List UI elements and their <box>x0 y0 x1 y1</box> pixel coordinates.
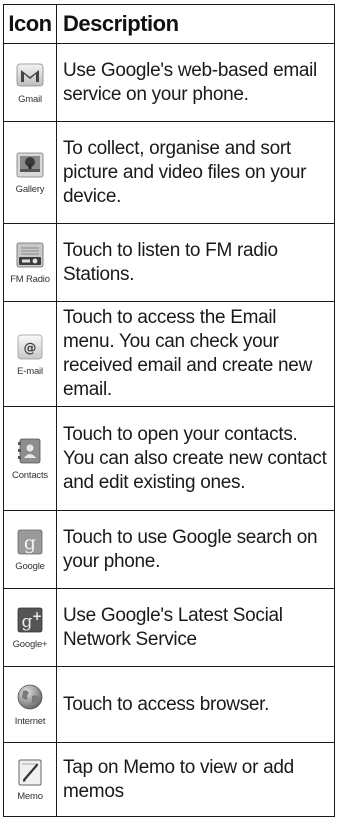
icon-label: E-mail <box>17 365 43 377</box>
memo-icon <box>18 759 42 786</box>
table-header-row: Icon Description <box>3 4 335 44</box>
google-plus-icon: g + <box>17 607 43 633</box>
icon-label: Gallery <box>15 184 45 195</box>
internet-icon <box>17 684 43 710</box>
row-description: Use Google's Latest Social Network Servi… <box>56 588 335 667</box>
row-description: To collect, organise and sort picture an… <box>56 121 335 224</box>
svg-text:@: @ <box>24 341 37 356</box>
google-icon: g <box>17 529 43 555</box>
table-row: Memo Tap on Memo to view or add memos <box>3 742 335 817</box>
email-icon: @ <box>17 334 43 359</box>
icon-label: Gmail <box>18 94 42 105</box>
row-description: Touch to use Google search on your phone… <box>56 510 335 589</box>
row-description: Use Google's web-based email service on … <box>56 43 335 122</box>
icon-label: FM Radio <box>10 274 50 285</box>
icon-label: Internet <box>14 716 46 727</box>
page: Icon Description Gmail Use Google's web-… <box>0 0 338 817</box>
svg-text:g: g <box>24 532 36 554</box>
fm-radio-icon <box>16 242 44 268</box>
svg-text:g: g <box>22 612 33 632</box>
icon-label: Google+ <box>12 639 48 650</box>
table-row: Contacts Touch to open your contacts. Yo… <box>3 406 335 511</box>
table-row: g Google Touch to use Google search on y… <box>3 510 335 589</box>
row-description: Touch to access browser. <box>56 666 335 743</box>
column-header-description: Description <box>56 4 335 44</box>
contacts-icon <box>18 438 41 464</box>
row-description: Touch to listen to FM radio Stations. <box>56 223 335 302</box>
row-description: Touch to open your contacts. You can als… <box>56 406 335 511</box>
icon-label: Memo <box>17 791 43 802</box>
table-row: FM Radio Touch to listen to FM radio Sta… <box>3 223 335 302</box>
table-row: g + Google+ Use Google's Latest Social N… <box>3 588 335 667</box>
table-row: Gmail Use Google's web-based email servi… <box>3 43 335 122</box>
table-row: @ E-mail Touch to access the Email menu.… <box>3 301 335 407</box>
row-description: Touch to access the Email menu. You can … <box>56 301 335 407</box>
gallery-icon <box>16 152 44 178</box>
table-row: Internet Touch to access browser. <box>3 666 335 743</box>
icon-label: Google <box>15 561 45 572</box>
icon-label: Contacts <box>12 470 48 481</box>
icon-description-table: Icon Description Gmail Use Google's web-… <box>3 4 335 817</box>
svg-text:+: + <box>32 609 42 623</box>
gmail-icon <box>16 63 44 87</box>
row-description: Tap on Memo to view or add memos <box>56 742 335 817</box>
table-row: Gallery To collect, organise and sort pi… <box>3 121 335 224</box>
column-header-icon: Icon <box>3 4 57 44</box>
